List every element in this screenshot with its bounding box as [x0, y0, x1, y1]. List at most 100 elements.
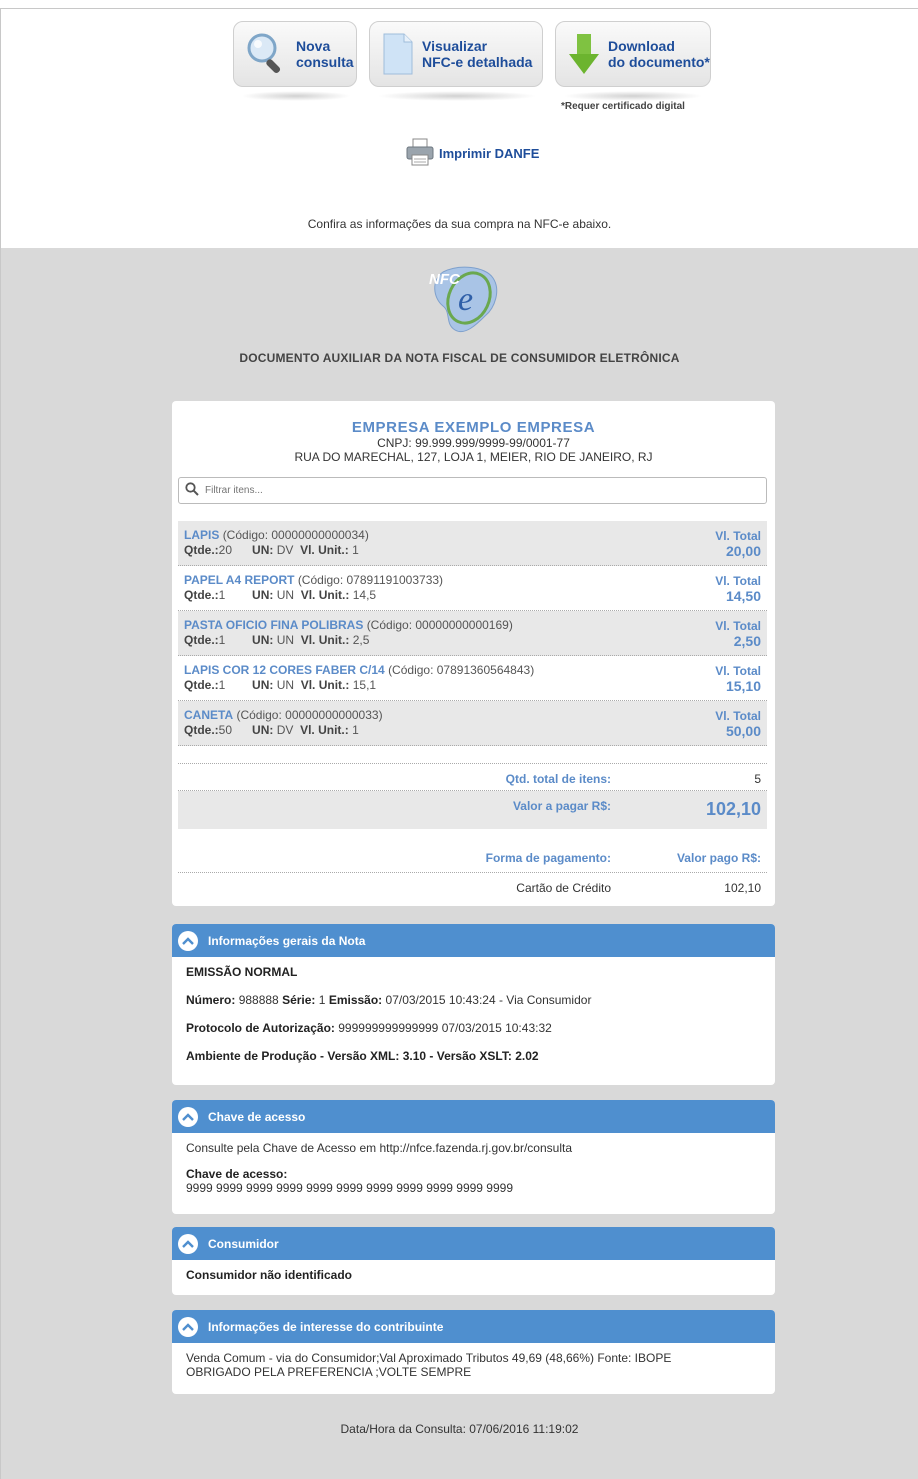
item-total-value: 14,50	[725, 588, 761, 604]
chave-acesso-section: Chave de acesso Consulte pela Chave de A…	[172, 1100, 775, 1214]
numero-value: 988888	[238, 993, 279, 1007]
item-code: (Código: 07891191003733)	[297, 573, 444, 587]
filter-items-input[interactable]	[205, 485, 745, 496]
button-shadow	[241, 91, 351, 101]
item-vlunit: 1	[352, 723, 359, 737]
item-total-label: Vl. Total	[715, 709, 761, 723]
toolbar-area: Nova consulta Visualizar NFC-e detalhada…	[1, 9, 918, 248]
valor-pagar-value: 102,10	[705, 799, 761, 819]
item-qtde: 20	[218, 543, 233, 557]
list-item: PAPEL A4 REPORT (Código: 07891191003733)…	[178, 566, 767, 611]
item-total-value: 2,50	[733, 633, 761, 649]
valor-pago-value: 102,10	[724, 881, 761, 895]
item-un: DV	[276, 723, 294, 737]
item-vlunit-label: Vl. Unit.:	[300, 543, 349, 557]
item-un-label: UN:	[252, 588, 274, 602]
chevron-up-icon[interactable]	[178, 1106, 198, 1127]
item-un: UN	[276, 678, 295, 692]
item-vlunit: 2,5	[352, 633, 370, 647]
informacoes-gerais-section: Informações gerais da Nota EMISSÃO NORMA…	[172, 924, 775, 1085]
item-total-label: Vl. Total	[715, 574, 761, 588]
ambiente-versao: Ambiente de Produção - Versão XML: 3.10 …	[186, 1049, 539, 1063]
chave-acesso-header[interactable]: Chave de acesso	[172, 1100, 775, 1133]
qtd-total-value: 5	[754, 772, 761, 786]
svg-text:NFC: NFC	[429, 271, 461, 288]
visualizar-nfce-button[interactable]: Visualizar NFC-e detalhada	[369, 21, 543, 87]
imprimir-danfe-link[interactable]: Imprimir DANFE	[405, 137, 539, 170]
item-name: CANETA	[184, 708, 234, 722]
item-total-value: 50,00	[725, 723, 761, 739]
item-code: (Código: 00000000000033)	[236, 708, 383, 722]
imprimir-danfe-label: Imprimir DANFE	[439, 146, 540, 161]
company-name: EMPRESA EXEMPLO EMPRESA	[351, 419, 596, 436]
item-qtde: 1	[218, 678, 226, 692]
valor-pagar-label: Valor a pagar R$:	[512, 799, 611, 813]
item-vlunit-label: Vl. Unit.:	[300, 723, 349, 737]
item-un-label: UN:	[252, 723, 274, 737]
item-total-value: 20,00	[725, 543, 761, 559]
item-qtde-label: Qtde.:	[184, 723, 219, 737]
contribuinte-header[interactable]: Informações de interesse do contribuinte	[172, 1310, 775, 1343]
consumidor-header[interactable]: Consumidor	[172, 1227, 775, 1260]
protocolo-label: Protocolo de Autorização:	[186, 1021, 335, 1035]
valor-pagar-row: Valor a pagar R$: 102,10	[178, 791, 767, 829]
serie-label: Série:	[282, 993, 316, 1007]
item-un: DV	[276, 543, 294, 557]
button-shadow	[563, 91, 703, 101]
nova-consulta-button[interactable]: Nova consulta	[233, 21, 357, 87]
emissao-value: 07/03/2015 10:43:24 - Via Consumidor	[385, 993, 592, 1007]
visualizar-line2: NFC-e detalhada	[422, 54, 533, 70]
item-vlunit: 15,1	[352, 678, 377, 692]
item-name: PAPEL A4 REPORT	[184, 573, 295, 587]
numero-label: Número:	[186, 993, 236, 1007]
item-un: UN	[276, 633, 295, 647]
chave-label: Chave de acesso:	[186, 1167, 288, 1181]
contribuinte-line2: OBRIGADO PELA PREFERENCIA ;VOLTE SEMPRE	[186, 1365, 472, 1379]
qtd-total-row: Qtd. total de itens: 5	[178, 763, 767, 791]
contribuinte-section: Informações de interesse do contribuinte…	[172, 1310, 775, 1394]
item-name: LAPIS COR 12 CORES FABER C/14	[184, 663, 385, 677]
nova-consulta-line2: consulta	[296, 54, 354, 70]
consulte-text: Consulte pela Chave de Acesso em http://…	[186, 1141, 573, 1155]
valor-pago-label: Valor pago R$:	[676, 851, 761, 865]
item-vlunit: 1	[352, 543, 359, 557]
item-qtde-label: Qtde.:	[184, 633, 219, 647]
confira-text: Confira as informações da sua compra na …	[307, 217, 612, 231]
visualizar-line1: Visualizar	[422, 38, 488, 54]
informacoes-gerais-header[interactable]: Informações gerais da Nota	[172, 924, 775, 957]
download-arrow-icon	[566, 30, 602, 78]
item-un: UN	[276, 588, 295, 602]
consulta-timestamp: Data/Hora da Consulta: 07/06/2016 11:19:…	[340, 1422, 579, 1436]
company-cnpj: CNPJ: 99.999.999/9999-99/0001-77	[377, 436, 570, 450]
list-item: LAPIS (Código: 00000000000034) Qtde.:20 …	[178, 521, 767, 566]
item-total-label: Vl. Total	[715, 529, 761, 543]
section-title: Chave de acesso	[208, 1109, 306, 1124]
company-address: RUA DO MARECHAL, 127, LOJA 1, MEIER, RIO…	[294, 450, 653, 464]
section-title: Informações gerais da Nota	[208, 933, 366, 948]
item-qtde: 1	[218, 588, 226, 602]
consumidor-text: Consumidor não identificado	[186, 1268, 353, 1282]
qtd-total-label: Qtd. total de itens:	[505, 772, 611, 786]
protocolo-value: 999999999999999 07/03/2015 10:43:32	[338, 1021, 552, 1035]
filter-box	[178, 477, 767, 504]
list-item: CANETA (Código: 00000000000033) Qtde.: 50…	[178, 701, 767, 746]
items-list: LAPIS (Código: 00000000000034) Qtde.:20 …	[178, 521, 767, 746]
item-un-label: UN:	[252, 678, 274, 692]
forma-pagamento-label: Forma de pagamento:	[485, 851, 611, 865]
item-name: PASTA OFICIO FINA POLIBRAS	[184, 618, 364, 632]
item-qtde-label: Qtde.:	[184, 588, 219, 602]
item-un-label: UN:	[252, 543, 274, 557]
chevron-up-icon[interactable]	[178, 1233, 198, 1254]
search-icon	[185, 482, 199, 499]
download-documento-button[interactable]: Download do documento*	[555, 21, 711, 87]
svg-text:e: e	[458, 281, 473, 318]
chevron-up-icon[interactable]	[178, 1316, 198, 1337]
emissao-label: Emissão:	[328, 993, 383, 1007]
chevron-up-icon[interactable]	[178, 930, 198, 951]
document-icon	[380, 30, 416, 78]
item-code: (Código: 00000000000034)	[222, 528, 369, 542]
section-title: Informações de interesse do contribuinte	[208, 1319, 444, 1334]
receipt-card: EMPRESA EXEMPLO EMPRESA CNPJ: 99.999.999…	[172, 401, 775, 906]
forma-pagamento-header: Forma de pagamento: Valor pago R$:	[178, 845, 767, 873]
item-total-label: Vl. Total	[715, 619, 761, 633]
